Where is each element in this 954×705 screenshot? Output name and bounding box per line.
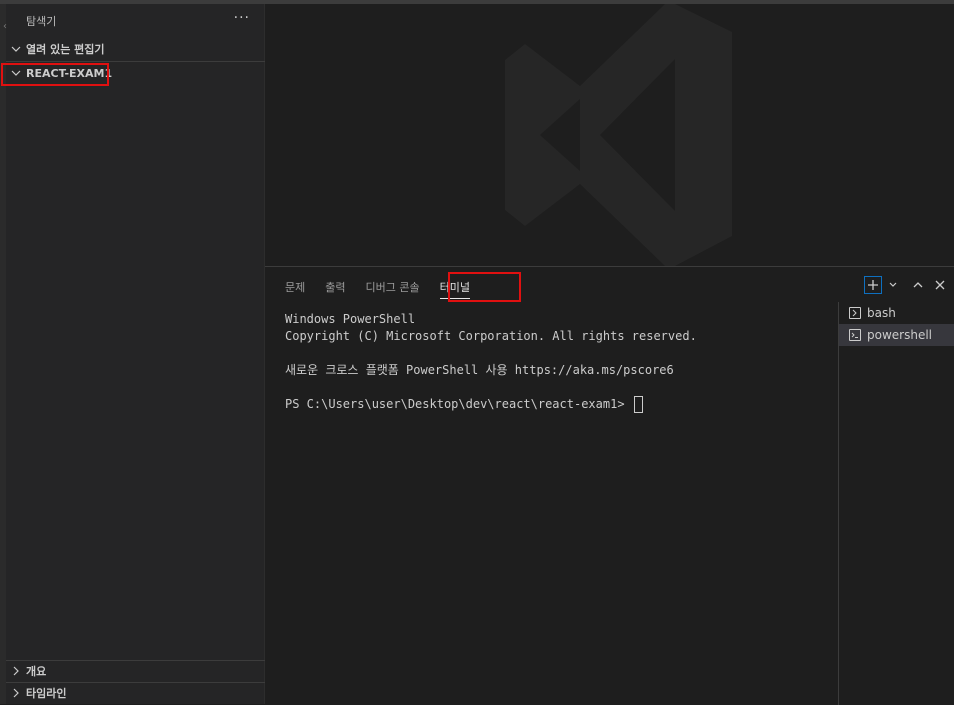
section-label: 타임라인 [26,687,67,700]
explorer-title: 탐색기 [26,15,57,28]
section-outline[interactable]: 개요 [6,660,265,682]
vscode-watermark-icon [505,4,732,266]
tab-output[interactable]: 출력 [315,275,355,299]
chevron-right-icon [6,666,26,676]
explorer-sidebar: ‹ 탐색기 ··· 열려 있는 편집기 REACT-EXAM1 개요 타임라인 [3,4,265,704]
terminal-line: Windows PowerShell [285,312,416,326]
terminal-list: bash powershell [838,302,954,705]
highlight-terminal-tab [448,272,521,302]
section-open-editors[interactable]: 열려 있는 편집기 [6,38,265,60]
close-panel-icon[interactable] [934,279,946,291]
maximize-panel-icon[interactable] [912,279,924,291]
terminal-item-label: bash [867,306,896,320]
terminal-cursor [633,396,643,413]
tab-debug-console[interactable]: 디버그 콘솔 [356,275,430,299]
terminal-prompt: PS C:\Users\user\Desktop\dev\react\react… [285,397,632,411]
tab-problems[interactable]: 문제 [275,275,315,299]
section-timeline[interactable]: 타임라인 [6,682,265,704]
terminal-output[interactable]: Windows PowerShell Copyright (C) Microso… [285,311,697,413]
new-terminal-icon[interactable] [864,276,882,294]
more-actions-icon[interactable]: ··· [234,10,250,26]
collapse-arrow-icon[interactable]: ‹ [3,21,7,32]
bash-terminal-icon [849,307,861,319]
terminal-item-bash[interactable]: bash [839,302,954,324]
chevron-down-icon [6,44,26,54]
terminal-line: Copyright (C) Microsoft Corporation. All… [285,329,697,343]
section-label: 개요 [26,665,47,678]
editor-area [265,4,954,266]
chevron-down-icon[interactable] [888,280,898,290]
panel-actions [864,276,946,294]
terminal-line: 새로운 크로스 플랫폼 PowerShell 사용 https://aka.ms… [285,363,674,377]
powershell-icon [849,329,861,341]
bottom-panel: 문제 출력 디버그 콘솔 터미널 Windows PowerShell Copy… [265,266,954,705]
terminal-prompt-line: PS C:\Users\user\Desktop\dev\react\react… [285,396,697,413]
chevron-right-icon [6,688,26,698]
highlight-project [1,63,109,86]
section-label: 열려 있는 편집기 [26,43,105,56]
terminal-item-label: powershell [867,328,932,342]
terminal-item-powershell[interactable]: powershell [839,324,954,346]
